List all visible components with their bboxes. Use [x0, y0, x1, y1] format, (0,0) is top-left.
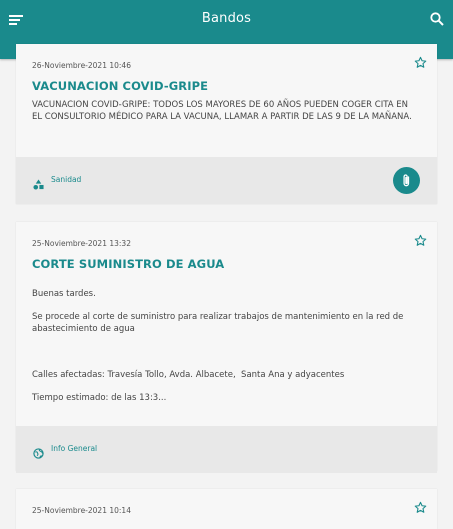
globe-icon [33, 444, 44, 459]
card-date: 26-Noviembre-2021 10:46 [32, 61, 131, 70]
attachment-button[interactable] [393, 167, 420, 194]
category-label[interactable]: Sanidad [51, 175, 81, 184]
card-body: VACUNACION COVID-GRIPE: TODOS LOS MAYORE… [32, 100, 412, 122]
card-body: Buenas tardes. Se procede al corte de su… [32, 289, 404, 403]
star-icon[interactable] [414, 232, 427, 246]
bando-card[interactable]: 25-Noviembre-2021 10:14 [16, 489, 437, 529]
card-footer: Info General [16, 426, 437, 473]
bando-card[interactable]: 26-Noviembre-2021 10:46 VACUNACION COVID… [16, 44, 437, 204]
shapes-icon [33, 175, 44, 190]
page-title: Bandos [201, 11, 252, 26]
star-icon[interactable] [414, 499, 427, 513]
bando-card[interactable]: 25-Noviembre-2021 13:32 CORTE SUMINISTRO… [16, 222, 437, 473]
card-headline[interactable]: CORTE SUMINISTRO DE AGUA [32, 257, 224, 271]
paperclip-icon [403, 174, 410, 187]
card-footer: Sanidad [16, 157, 437, 204]
star-icon[interactable] [414, 54, 427, 68]
card-date: 25-Noviembre-2021 10:14 [32, 506, 131, 515]
category-label[interactable]: Info General [51, 444, 97, 453]
search-icon[interactable] [429, 11, 445, 27]
card-headline[interactable]: VACUNACION COVID-GRIPE [32, 79, 208, 93]
card-date: 25-Noviembre-2021 13:32 [32, 239, 131, 248]
